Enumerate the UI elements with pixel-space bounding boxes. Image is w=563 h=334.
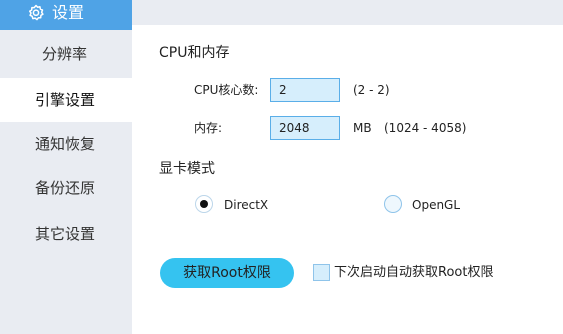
sidebar-item-backup-restore[interactable]: 备份还原	[0, 166, 132, 210]
sidebar: 设置 分辨率 引擎设置 通知恢复 备份还原 其它设置	[0, 0, 132, 334]
auto-root-checkbox[interactable]	[313, 264, 330, 281]
sidebar-item-other-settings[interactable]: 其它设置	[0, 212, 132, 256]
memory-unit: MB	[353, 121, 372, 135]
cpu-memory-section-title: CPU和内存	[159, 45, 230, 61]
settings-window: 设置 分辨率 引擎设置 通知恢复 备份还原 其它设置 CPU和内存 CPU核心数…	[0, 0, 563, 334]
sidebar-item-label: 通知恢复	[35, 135, 96, 153]
sidebar-item-engine-settings[interactable]: 引擎设置	[0, 78, 132, 122]
memory-label: 内存:	[194, 121, 223, 135]
graphics-mode-section-title: 显卡模式	[159, 161, 215, 177]
memory-input[interactable]: 2048	[270, 116, 340, 140]
sidebar-item-label: 备份还原	[35, 179, 96, 197]
sidebar-item-notification-restore[interactable]: 通知恢复	[0, 122, 132, 166]
sidebar-item-resolution[interactable]: 分辨率	[0, 32, 132, 76]
memory-range: (1024 - 4058)	[384, 121, 467, 135]
sidebar-header: 设置	[0, 0, 132, 30]
opengl-radio-label[interactable]: OpenGL	[412, 197, 460, 213]
get-root-button[interactable]: 获取Root权限	[160, 258, 294, 288]
gear-icon	[28, 4, 44, 21]
sidebar-item-label: 分辨率	[42, 45, 88, 63]
sidebar-header-title: 设置	[52, 3, 85, 22]
cpu-cores-range: (2 - 2)	[353, 83, 390, 97]
directx-radio-label[interactable]: DirectX	[224, 197, 268, 213]
directx-radio[interactable]	[195, 195, 213, 213]
opengl-radio[interactable]	[384, 195, 402, 213]
cpu-cores-label: CPU核心数:	[194, 83, 259, 97]
auto-root-checkbox-label[interactable]: 下次启动自动获取Root权限	[334, 265, 493, 281]
sidebar-item-label: 引擎设置	[35, 91, 96, 109]
cpu-cores-input[interactable]: 2	[270, 78, 340, 102]
top-strip	[132, 0, 563, 25]
sidebar-item-label: 其它设置	[35, 225, 96, 243]
